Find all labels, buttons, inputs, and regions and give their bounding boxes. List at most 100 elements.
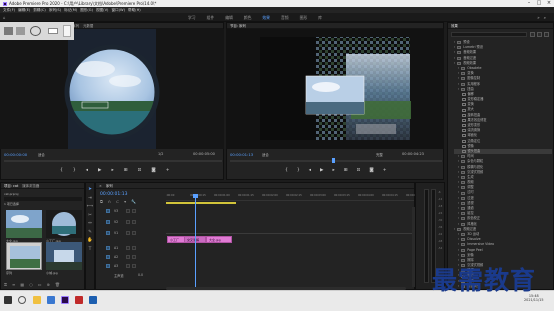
track-name[interactable]: A2 [114,255,118,259]
track-target-toggle[interactable] [106,231,110,235]
menu-graphics[interactable]: 图形(G) [80,8,93,13]
track-target-toggle[interactable] [106,255,110,259]
search-icon[interactable] [18,296,26,304]
overwrite-icon[interactable]: ⊡ [138,168,142,173]
solo-icon[interactable] [132,255,136,259]
file-explorer-icon[interactable] [33,296,41,304]
lift-icon[interactable]: ⊞ [344,168,348,173]
zoom-slider-icon[interactable]: ○ [29,282,33,287]
source-fit-select[interactable]: 适合 [38,152,45,157]
extract-icon[interactable]: ⊡ [357,168,361,173]
hand-tool-icon[interactable]: ✋ [87,238,93,243]
ws-tab-graphics[interactable]: 图形 [300,15,308,21]
eye-icon[interactable] [126,209,130,213]
tab-program[interactable]: 节目: 序列 [230,23,246,28]
project-item[interactable] [46,242,82,270]
source-scrub-bar[interactable] [4,160,222,162]
linked-selection-icon[interactable]: ⊂ [116,199,119,204]
eye-icon[interactable] [126,220,130,224]
ws-tab-editing[interactable]: 编辑 [225,15,233,21]
window-thumbnail-icon[interactable] [16,27,25,35]
program-playhead[interactable] [332,158,335,163]
timeline-timecode[interactable]: 00:00:01:13 [100,192,127,197]
mute-icon[interactable] [126,255,130,259]
chevron-right-icon[interactable]: › [458,222,459,227]
track-target-toggle[interactable] [106,264,110,268]
insert-icon[interactable]: ⊞ [124,168,128,173]
snap-icon[interactable]: ∩ [108,199,111,204]
type-tool-icon[interactable]: T [89,247,92,252]
solo-icon[interactable] [132,246,136,250]
tab-metadata[interactable]: 元数据 [83,23,93,28]
project-item-selected[interactable] [6,242,42,270]
menu-clip[interactable]: 剪辑(C) [33,8,46,13]
window-thumbnail-icon[interactable] [4,27,13,35]
ws-tab-color[interactable]: 颜色 [244,15,252,21]
app-taskbar-icon[interactable] [89,296,97,304]
step-back-icon[interactable]: ◂ [309,168,311,173]
workspace-menu-icon[interactable]: » [537,15,539,20]
program-fit-select[interactable]: 适合 [262,152,269,157]
track-name[interactable]: A3 [114,264,118,268]
trash-icon[interactable]: 🗑 [55,282,60,287]
32bit-effects-icon[interactable] [537,32,542,37]
mark-out-icon[interactable]: } [297,168,300,173]
home-icon[interactable]: ⌂ [3,15,6,20]
ws-tab-effects[interactable]: 效果 [262,15,270,21]
export-frame-icon[interactable]: ◙ [151,168,155,173]
track-target-toggle[interactable] [106,209,110,213]
mark-in-icon[interactable]: { [60,168,63,173]
edge-browser-icon[interactable] [47,296,55,304]
timeline-playhead[interactable] [195,195,196,287]
tab-sequence[interactable]: 序列 [106,183,113,188]
sync-lock-icon[interactable] [132,231,136,235]
window-thumbnail-icon[interactable] [48,28,58,34]
settings-icon[interactable]: 🔧 [131,199,136,204]
effects-search-input[interactable] [451,32,527,37]
master-volume-value[interactable]: 0.0 [138,273,143,277]
step-back-icon[interactable]: ◂ [86,168,88,173]
ws-tab-assembly[interactable]: 组件 [207,15,215,21]
step-forward-icon[interactable]: ▸ [332,168,334,173]
track-select-tool-icon[interactable]: ⇥ [88,196,92,201]
razor-tool-icon[interactable]: ✂ [88,213,92,218]
track-name[interactable]: A1 [114,246,118,250]
minimize-icon[interactable]: – [524,0,534,7]
ws-tab-learn[interactable]: 学习 [188,15,196,21]
chevron-right-icon[interactable]: › [458,87,459,92]
mark-in-icon[interactable]: { [285,168,288,173]
new-item-icon[interactable]: ⊕ [46,282,49,287]
source-resolution-select[interactable]: 1/2 [158,152,163,156]
sync-lock-icon[interactable] [132,209,136,213]
windows-start-icon[interactable] [4,296,12,304]
playhead-handle[interactable] [193,194,198,198]
project-search-input[interactable] [4,197,82,201]
track-name[interactable]: V1 [114,231,118,235]
ripple-edit-tool-icon[interactable]: ⟷ [87,204,93,209]
work-area-bar[interactable] [166,202,236,204]
menu-sequence[interactable]: 序列(S) [49,8,61,13]
tab-project[interactable]: 项目: cat [4,183,18,188]
list-view-icon[interactable]: ≡ [12,282,15,287]
menu-view[interactable]: 视图(V) [96,8,108,13]
nest-icon[interactable]: ⧉ [100,199,103,204]
pen-tool-icon[interactable]: ✎ [88,230,92,235]
ws-tab-libraries[interactable]: 库 [318,15,322,21]
lock-icon[interactable]: ⚿ [4,282,7,287]
tab-media-browser[interactable]: 媒体浏览器 [22,183,39,188]
track-name[interactable]: V2 [114,220,118,224]
track-name[interactable]: V3 [114,209,118,213]
play-icon[interactable]: ▶ [98,168,101,173]
yuv-effects-icon[interactable] [544,32,549,37]
add-button-icon[interactable]: + [383,168,387,173]
tab-effects[interactable]: 效果 [451,23,458,28]
add-marker-icon[interactable]: ▾ [124,199,126,204]
solo-icon[interactable] [132,264,136,268]
project-item[interactable] [46,210,82,238]
mark-out-icon[interactable]: } [73,168,76,173]
app-taskbar-icon[interactable] [75,296,83,304]
menu-marker[interactable]: 标记(M) [64,8,77,13]
menu-edit[interactable]: 编辑(E) [18,8,30,13]
menu-window[interactable]: 窗口(W) [111,8,125,13]
ws-tab-audio[interactable]: 音频 [281,15,289,21]
